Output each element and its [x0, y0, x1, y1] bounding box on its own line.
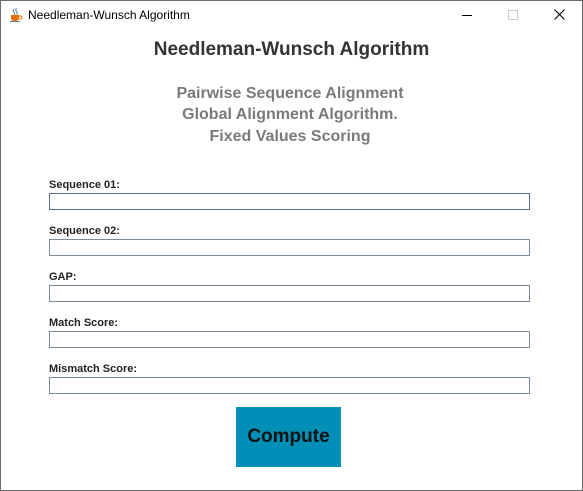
mismatch-score-input[interactable]: [49, 377, 530, 394]
subtitle-line-3: Fixed Values Scoring: [209, 128, 371, 145]
minimize-button[interactable]: [444, 1, 490, 30]
subtitle-line-2: Global Alignment Algorithm.: [182, 106, 398, 123]
close-button[interactable]: [536, 1, 582, 30]
window-title: Needleman-Wunsch Algorithm: [28, 8, 190, 22]
gap-label: GAP:: [49, 271, 77, 283]
title-bar: Needleman-Wunsch Algorithm: [1, 1, 582, 30]
page-title: Needleman-Wunsch Algorithm: [153, 39, 430, 60]
main-panel: Needleman-Wunsch Algorithm Pairwise Sequ…: [1, 30, 582, 490]
subtitle-line-1: Pairwise Sequence Alignment: [176, 85, 404, 102]
minimize-icon: [462, 7, 472, 25]
close-icon: [553, 7, 565, 25]
maximize-icon: [508, 7, 518, 25]
sequence-01-input[interactable]: [49, 193, 530, 210]
match-score-input[interactable]: [49, 331, 530, 348]
gap-input[interactable]: [49, 285, 530, 302]
maximize-button[interactable]: [490, 1, 536, 30]
sequence-01-label: Sequence 01:: [49, 179, 120, 191]
sequence-02-label: Sequence 02:: [49, 225, 120, 237]
app-window: Needleman-Wunsch Algorithm Needleman-Wun…: [0, 0, 583, 491]
match-score-label: Match Score:: [49, 317, 119, 329]
java-coffee-cup-icon: [8, 7, 24, 23]
compute-button[interactable]: Compute: [236, 407, 341, 467]
mismatch-score-label: Mismatch Score:: [49, 363, 138, 375]
sequence-02-input[interactable]: [49, 239, 530, 256]
